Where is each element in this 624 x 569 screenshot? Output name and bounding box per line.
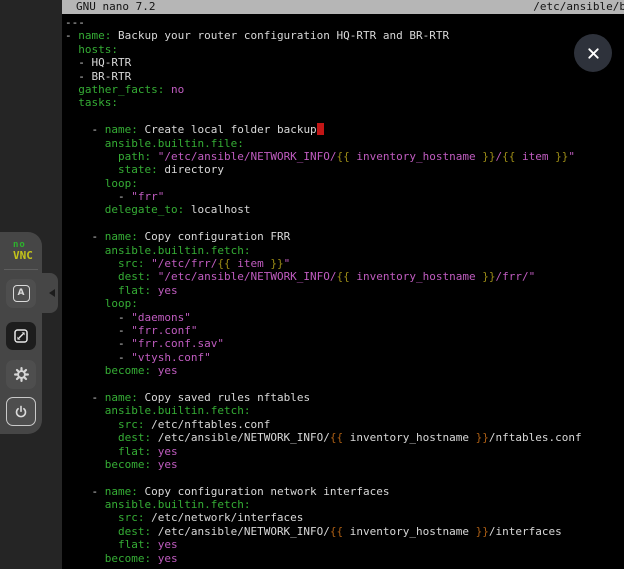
- terminal-line: delegate_to: localhost: [65, 203, 624, 216]
- fullscreen-icon: [13, 328, 29, 344]
- collapse-left-arrow-icon: [49, 289, 55, 297]
- terminal-line: flat: yes: [65, 445, 624, 458]
- terminal-line: src: /etc/network/interfaces: [65, 511, 624, 524]
- terminal-line: flat: yes: [65, 538, 624, 551]
- vnc-remote-screen[interactable]: GNU nano 7.2 /etc/ansible/b ---- name: B…: [62, 0, 624, 569]
- terminal-line: ---: [65, 16, 624, 29]
- terminal-line: src: /etc/nftables.conf: [65, 418, 624, 431]
- close-button[interactable]: [574, 34, 612, 72]
- a-key-icon: A: [13, 285, 30, 302]
- terminal-line: [65, 471, 624, 484]
- fullscreen-button[interactable]: [6, 322, 36, 351]
- terminal-line: - "frr.conf": [65, 324, 624, 337]
- power-icon: [13, 404, 29, 420]
- text-cursor: [317, 123, 324, 135]
- terminal-line: hosts:: [65, 43, 624, 56]
- terminal-line: gather_facts: no: [65, 83, 624, 96]
- terminal-line: - "vtysh.conf": [65, 351, 624, 364]
- terminal-line: - name: Copy configuration FRR: [65, 230, 624, 243]
- terminal-line: - "frr.conf.sav": [65, 337, 624, 350]
- terminal-line: - name: Copy saved rules nftables: [65, 391, 624, 404]
- terminal-line: - name: Create local folder backup: [65, 123, 624, 136]
- gear-icon: [13, 366, 30, 383]
- terminal-line: ansible.builtin.fetch:: [65, 404, 624, 417]
- close-icon: [586, 46, 601, 61]
- terminal-line: become: yes: [65, 364, 624, 377]
- novnc-logo-bottom: VNC: [13, 250, 33, 261]
- terminal-line: ansible.builtin.file:: [65, 137, 624, 150]
- extra-keys-button[interactable]: A: [6, 279, 36, 308]
- terminal-line: become: yes: [65, 552, 624, 565]
- terminal-line: path: "/etc/ansible/NETWORK_INFO/{{ inve…: [65, 150, 624, 163]
- novnc-logo: no VNC: [13, 241, 33, 261]
- terminal-line: loop:: [65, 297, 624, 310]
- power-button[interactable]: [6, 397, 36, 426]
- terminal-line: - name: Backup your router configuration…: [65, 29, 624, 42]
- terminal-line: - HQ-RTR: [65, 56, 624, 69]
- terminal-line: tasks:: [65, 96, 624, 109]
- terminal-line: dest: /etc/ansible/NETWORK_INFO/{{ inven…: [65, 431, 624, 444]
- control-bar-handle[interactable]: [42, 273, 58, 313]
- nano-titlebar: GNU nano 7.2 /etc/ansible/b: [62, 0, 624, 14]
- terminal-line: loop:: [65, 177, 624, 190]
- terminal-line: dest: /etc/ansible/NETWORK_INFO/{{ inven…: [65, 525, 624, 538]
- terminal-line: src: "/etc/frr/{{ item }}": [65, 257, 624, 270]
- terminal-line: [65, 217, 624, 230]
- terminal-line: - BR-RTR: [65, 70, 624, 83]
- nano-file-path: /etc/ansible/b: [533, 0, 624, 14]
- terminal-line: ansible.builtin.fetch:: [65, 498, 624, 511]
- terminal-line: [65, 378, 624, 391]
- terminal-line: flat: yes: [65, 284, 624, 297]
- terminal-line: ansible.builtin.fetch:: [65, 244, 624, 257]
- vnc-control-panel: no VNC A: [0, 232, 42, 434]
- terminal-line: - "frr": [65, 190, 624, 203]
- terminal-line: [65, 110, 624, 123]
- nano-editor[interactable]: ---- name: Backup your router configurat…: [65, 16, 624, 569]
- terminal-line: become: yes: [65, 458, 624, 471]
- vnc-control-strip: no VNC A: [0, 0, 62, 569]
- settings-button[interactable]: [6, 360, 36, 389]
- terminal-line: state: directory: [65, 163, 624, 176]
- terminal-line: - "daemons": [65, 311, 624, 324]
- terminal-line: dest: "/etc/ansible/NETWORK_INFO/{{ inve…: [65, 270, 624, 283]
- nano-version: GNU nano 7.2: [76, 0, 155, 14]
- terminal-line: - name: Copy configuration network inter…: [65, 485, 624, 498]
- panel-divider: [4, 269, 38, 270]
